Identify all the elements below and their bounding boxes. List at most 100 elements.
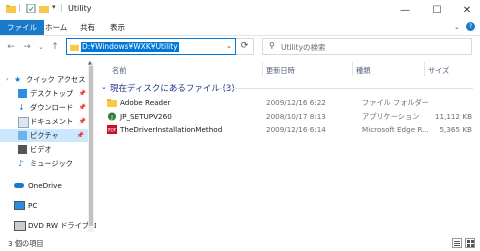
folder-icon — [70, 44, 79, 51]
file-type: アプリケーション — [362, 112, 420, 121]
file-name: JP_SETUPV260 — [120, 112, 172, 121]
cloud-icon — [14, 183, 24, 188]
ribbon-expand-icon[interactable]: ⌄ — [454, 23, 460, 31]
nav-label: ドキュメント — [30, 117, 74, 126]
tab-home[interactable]: ホーム — [38, 20, 74, 35]
nav-quick-access[interactable]: › ★ クイック アクセス — [6, 73, 90, 86]
ribbon-tabs: ファイル ホーム 共有 表示 ⌄ ? — [0, 20, 480, 36]
window-title: Utility — [68, 4, 92, 13]
star-icon: ★ — [14, 75, 22, 84]
column-divider[interactable] — [352, 62, 353, 76]
pc-icon — [14, 201, 25, 210]
forward-arrow-icon[interactable]: → — [20, 40, 34, 54]
address-dropdown-icon[interactable]: ⌄ — [226, 42, 232, 50]
file-type: ファイル フォルダー — [362, 98, 429, 107]
address-path-input[interactable]: D:¥Windows¥WXK¥Utility — [81, 42, 179, 52]
folder-icon — [6, 5, 16, 13]
search-input[interactable]: ⚲ Utilityの検索 — [262, 38, 472, 55]
video-icon — [18, 145, 27, 154]
nav-label: クイック アクセス — [26, 75, 86, 84]
nav-videos[interactable]: ビデオ — [14, 143, 92, 156]
group-collapse-chevron-icon[interactable]: ⌄ — [101, 83, 107, 91]
nav-scrollbar-thumb[interactable] — [89, 66, 93, 226]
file-size: 5,365 KB — [439, 125, 472, 134]
new-folder-icon[interactable] — [39, 4, 49, 13]
svg-text:J: J — [110, 115, 113, 121]
title-bar: | ▾ | Utility — ☐ ✕ — [0, 0, 480, 20]
nav-dvd-drive[interactable]: DVD RW ドライブ (D — [6, 219, 96, 232]
maximize-button[interactable]: ☐ — [422, 0, 452, 20]
help-icon[interactable]: ? — [466, 22, 475, 31]
properties-icon[interactable] — [26, 4, 36, 13]
nav-label: ダウンロード — [30, 103, 74, 112]
folder-icon — [107, 99, 117, 107]
nav-documents[interactable]: ドキュメント 📌 — [14, 115, 92, 128]
column-date[interactable]: 更新日時 — [266, 66, 295, 76]
large-icons-view-icon[interactable] — [465, 238, 475, 248]
nav-label: デスクトップ — [30, 89, 74, 98]
recent-locations-icon[interactable]: ⌄ — [34, 40, 48, 54]
nav-label: ビデオ — [30, 145, 52, 154]
minimize-button[interactable]: — — [390, 0, 420, 20]
nav-label: ミュージック — [30, 159, 73, 168]
nav-label: OneDrive — [28, 181, 62, 190]
close-button[interactable]: ✕ — [452, 0, 480, 20]
file-row[interactable]: PDF TheDriverInstallationMethod 2009/12/… — [104, 123, 476, 136]
file-name: TheDriverInstallationMethod — [120, 125, 223, 134]
picture-icon — [18, 131, 27, 140]
file-row[interactable]: Adobe Reader 2009/12/16 6:22 ファイル フォルダー — [104, 96, 476, 109]
nav-desktop[interactable]: デスクトップ 📌 — [14, 87, 92, 100]
pdf-icon: PDF — [107, 125, 117, 134]
file-row[interactable]: J JP_SETUPV260 2008/10/17 8:13 アプリケーション … — [104, 110, 476, 123]
tab-share[interactable]: 共有 — [73, 20, 102, 35]
expand-chevron-icon[interactable]: › — [6, 73, 8, 86]
address-row: ← → ⌄ ↑ D:¥Windows¥WXK¥Utility ⌄ ⟳ ⚲ Uti… — [0, 36, 480, 58]
group-header[interactable]: 現在ディスクにあるファイル (3) — [110, 82, 235, 94]
column-divider[interactable] — [262, 62, 263, 76]
pin-icon[interactable]: 📌 — [79, 87, 86, 100]
nav-pc[interactable]: PC — [6, 199, 90, 212]
file-date: 2008/10/17 8:13 — [266, 112, 326, 121]
file-name: Adobe Reader — [120, 98, 171, 107]
column-divider[interactable] — [424, 62, 425, 76]
app-icon: J — [107, 112, 117, 121]
nav-label: PC — [28, 201, 38, 210]
scroll-up-icon[interactable]: ▲ — [88, 60, 92, 66]
address-bar[interactable]: D:¥Windows¥WXK¥Utility — [66, 38, 236, 55]
quick-access-dropdown-icon[interactable]: ▾ — [52, 3, 56, 11]
dvd-icon — [14, 221, 26, 231]
search-placeholder: Utilityの検索 — [281, 43, 326, 52]
tab-view[interactable]: 表示 — [103, 20, 132, 35]
download-icon: ↓ — [18, 103, 25, 112]
nav-onedrive[interactable]: OneDrive — [6, 179, 90, 192]
file-date: 2009/12/16 6:22 — [266, 98, 326, 107]
file-type: Microsoft Edge R... — [362, 125, 429, 134]
file-size: 11,112 KB — [434, 112, 472, 121]
back-arrow-icon[interactable]: ← — [4, 40, 18, 54]
up-arrow-icon[interactable]: ↑ — [48, 40, 62, 54]
nav-pictures[interactable]: ピクチャ 📌 — [0, 129, 88, 142]
music-icon: ♪ — [18, 159, 24, 168]
title-divider-2: | — [60, 3, 63, 12]
column-name[interactable]: 名前 — [112, 66, 126, 76]
nav-label: DVD RW ドライブ (D — [28, 221, 96, 230]
nav-label: ピクチャ — [30, 131, 59, 140]
pin-icon[interactable]: 📌 — [77, 129, 84, 142]
group-divider — [218, 88, 473, 89]
pin-icon[interactable]: 📌 — [79, 115, 86, 128]
status-item-count: 3 個の項目 — [8, 239, 44, 248]
search-icon: ⚲ — [269, 41, 275, 50]
title-divider: | — [18, 3, 21, 12]
details-view-icon[interactable] — [452, 238, 462, 248]
refresh-button[interactable]: ⟳ — [236, 38, 254, 55]
navigation-pane: › ★ クイック アクセス デスクトップ 📌 ↓ ダウンロード 📌 ドキュメント… — [0, 60, 96, 236]
svg-text:PDF: PDF — [108, 128, 117, 134]
column-size[interactable]: サイズ — [428, 66, 449, 76]
desktop-icon — [18, 89, 27, 98]
file-date: 2009/12/16 6:14 — [266, 125, 326, 134]
document-icon — [18, 117, 29, 128]
nav-downloads[interactable]: ↓ ダウンロード 📌 — [14, 101, 92, 114]
column-type[interactable]: 種類 — [356, 66, 370, 76]
pin-icon[interactable]: 📌 — [79, 101, 86, 114]
nav-music[interactable]: ♪ ミュージック — [14, 157, 92, 170]
